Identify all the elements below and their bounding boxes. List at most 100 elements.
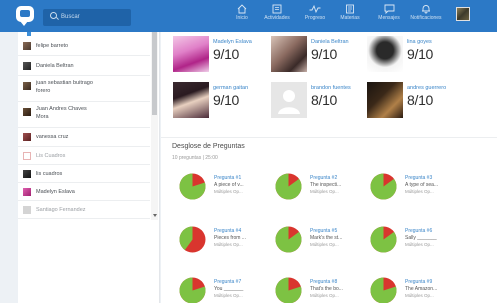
nav-label-notifications: Notificaciones xyxy=(410,15,442,21)
student-photo xyxy=(367,36,403,72)
question-type: Múltiples Op... xyxy=(405,242,434,247)
nav-label-home: Inicio xyxy=(236,15,248,21)
contacts-sidebar: felipe barreto Daniela Beltran juan seba… xyxy=(18,32,160,303)
student-result-card[interactable]: Daniela Beltran 9/10 xyxy=(271,36,371,78)
nav-label-activities: Actividades xyxy=(264,15,290,21)
nav-item-notifications[interactable]: Notificaciones xyxy=(406,2,446,30)
question-type: Múltiples Op... xyxy=(214,242,243,247)
contact-item[interactable]: felipe barreto xyxy=(18,36,150,56)
nav-item-subjects[interactable]: Materias xyxy=(330,2,370,30)
question-pie-chart xyxy=(179,173,206,200)
contact-name: lis cuadros xyxy=(36,171,63,177)
progress-icon xyxy=(309,4,321,14)
scrollbar-thumb[interactable] xyxy=(152,32,157,115)
question-title: Pregunta #4 xyxy=(214,228,242,234)
section-divider xyxy=(161,137,497,138)
question-snippet: You _______ xyxy=(214,286,244,292)
contact-avatar xyxy=(23,152,31,160)
nav-item-progress[interactable]: Progreso xyxy=(295,2,335,30)
question-card[interactable]: Pregunta #2 The inspecti... Múltiples Op… xyxy=(275,173,370,209)
contact-avatar xyxy=(23,170,31,178)
question-card[interactable]: Pregunta #5 Mark's the st... Múltiples O… xyxy=(275,226,370,262)
question-card[interactable]: Pregunta #7 You _______ Múltiples Op... xyxy=(179,277,274,303)
question-pie-chart xyxy=(179,277,206,303)
question-snippet: Mark's the st... xyxy=(310,235,343,241)
question-pie-chart xyxy=(370,226,397,253)
student-name: german gaitan xyxy=(213,85,249,91)
question-title: Pregunta #3 xyxy=(405,175,433,181)
nav-item-home[interactable]: Inicio xyxy=(222,2,262,30)
question-card[interactable]: Pregunta #4 Pieces from ... Múltiples Op… xyxy=(179,226,274,262)
question-pie-chart xyxy=(370,277,397,303)
app-logo-icon[interactable] xyxy=(16,6,34,26)
question-snippet: The Amazon... xyxy=(405,286,438,292)
question-snippet: That's the bo... xyxy=(310,286,343,292)
student-photo xyxy=(173,36,209,72)
search-input[interactable]: Buscar xyxy=(43,9,131,26)
question-card[interactable]: Pregunta #9 The Amazon... Múltiples Op..… xyxy=(370,277,465,303)
nav-label-progress: Progreso xyxy=(304,15,326,21)
question-pie-chart xyxy=(275,226,302,253)
question-pie-chart xyxy=(275,277,302,303)
contact-name: Madelyn Eslava xyxy=(36,189,75,195)
student-name: Madelyn Eslava xyxy=(213,39,252,45)
question-type: Múltiples Op... xyxy=(310,189,339,194)
student-name: andres guerrero xyxy=(407,85,447,91)
student-result-card[interactable]: Madelyn Eslava 9/10 xyxy=(173,36,273,78)
contact-name: Juan Andres Chaves xyxy=(36,106,87,112)
student-result-card[interactable]: brandon fuentes 8/10 xyxy=(271,82,371,124)
nav-label-messages: Mensajes xyxy=(378,15,400,21)
nav-item-activities[interactable]: Actividades xyxy=(257,2,297,30)
student-result-card[interactable]: andres guerrero 8/10 xyxy=(367,82,467,124)
bell-icon xyxy=(422,5,430,14)
contact-name: juan sebastian buitrago xyxy=(36,80,93,86)
contact-item[interactable]: Madelyn Eslava xyxy=(18,183,150,201)
contact-item[interactable]: vanessa cruz xyxy=(18,128,150,147)
contact-item[interactable]: Daniela Beltran xyxy=(18,56,150,76)
contact-item[interactable]: Juan Andres Chaves Mora xyxy=(18,102,150,128)
question-title: Pregunta #2 xyxy=(310,175,338,181)
student-name: Daniela Beltran xyxy=(311,39,349,45)
contacts-scrollbar[interactable] xyxy=(151,32,158,220)
contact-name: Daniela Beltran xyxy=(36,63,74,69)
contact-name: Lis Cuadros xyxy=(36,153,66,159)
contact-item[interactable]: Santiago Fernandez xyxy=(18,201,150,219)
default-avatar-icon xyxy=(271,82,307,118)
contact-avatar xyxy=(23,42,31,50)
question-card[interactable]: Pregunta #8 That's the bo... Múltiples O… xyxy=(275,277,370,303)
user-avatar[interactable] xyxy=(456,7,470,21)
search-placeholder: Buscar xyxy=(61,14,80,20)
question-snippet: Sally _______ xyxy=(405,235,437,241)
question-type: Múltiples Op... xyxy=(310,242,339,247)
contact-item[interactable]: juan sebastian buitrago forero xyxy=(18,76,150,102)
question-title: Pregunta #8 xyxy=(310,279,338,285)
contact-item[interactable]: Lis Cuadros xyxy=(18,147,150,165)
contact-name-line2: Mora xyxy=(36,114,49,120)
student-result-card[interactable]: lina goyes 9/10 xyxy=(367,36,467,78)
home-icon xyxy=(237,4,247,14)
contact-avatar xyxy=(23,206,31,214)
question-card[interactable]: Pregunta #3 A type of sea... Múltiples O… xyxy=(370,173,465,209)
question-pie-chart xyxy=(275,173,302,200)
contact-avatar xyxy=(23,62,31,70)
student-score: 9/10 xyxy=(213,46,240,62)
question-snippet: A piece of v... xyxy=(214,182,244,188)
student-name: brandon fuentes xyxy=(311,85,351,91)
contact-avatar xyxy=(23,108,31,116)
question-card[interactable]: Pregunta #1 A piece of v... Múltiples Op… xyxy=(179,173,274,209)
question-snippet: The inspecti... xyxy=(310,182,342,188)
nav-item-messages[interactable]: Mensajes xyxy=(369,2,409,30)
subjects-icon xyxy=(346,4,354,14)
contact-name: Santiago Fernandez xyxy=(36,207,86,213)
contact-name-line2: forero xyxy=(36,88,51,94)
question-snippet: Pieces from ... xyxy=(214,235,246,241)
student-result-card[interactable]: german gaitan 9/10 xyxy=(173,82,273,124)
question-card[interactable]: Pregunta #6 Sally _______ Múltiples Op..… xyxy=(370,226,465,262)
question-snippet: A type of sea... xyxy=(405,182,439,188)
contact-item[interactable]: lis cuadros xyxy=(18,165,150,183)
breakdown-title: Desglose de Preguntas xyxy=(172,143,245,150)
scroll-down-arrow-icon[interactable] xyxy=(153,214,157,217)
question-type: Múltiples Op... xyxy=(310,293,339,298)
student-photo xyxy=(173,82,209,118)
contact-avatar xyxy=(23,82,31,90)
